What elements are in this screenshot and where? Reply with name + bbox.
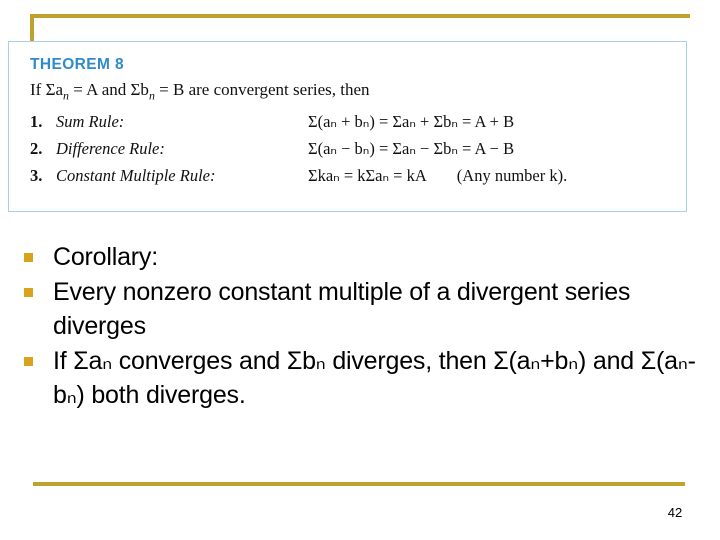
rule-formula-note: (Any number k).	[456, 166, 568, 185]
theorem-intro-sum-a: Σa	[45, 80, 64, 99]
bottom-gold-rule	[33, 482, 685, 486]
theorem-intro-sum-b: Σb	[130, 80, 149, 99]
table-row: 1. Sum Rule: Σ(aₙ + bₙ) = Σaₙ + Σbₙ = A …	[30, 112, 567, 139]
theorem-intro-eq-a: = A and	[68, 80, 131, 99]
rule-formula: Σkaₙ = kΣaₙ = kA (Any number k).	[308, 166, 567, 193]
rule-formula: Σ(aₙ + bₙ) = Σaₙ + Σbₙ = A + B	[308, 112, 567, 139]
theorem-intro: If Σan = A and Σbn = B are convergent se…	[30, 80, 370, 103]
rule-formula-note	[514, 139, 544, 158]
theorem-intro-lead: If	[30, 80, 46, 99]
rule-number: 1.	[30, 112, 43, 131]
rule-formula-note	[514, 112, 544, 131]
theorem-intro-eq-b: = B are convergent series, then	[154, 80, 370, 99]
rule-name: Constant Multiple Rule:	[56, 166, 216, 185]
rule-formula-text: Σ(aₙ + bₙ) = Σaₙ + Σbₙ = A + B	[308, 112, 515, 131]
square-bullet-icon	[24, 253, 33, 262]
list-item-label: Every nonzero constant multiple of a div…	[53, 278, 631, 340]
list-item: If Σaₙ converges and Σbₙ diverges, then …	[24, 344, 700, 412]
rule-formula-text: Σ(aₙ − bₙ) = Σaₙ − Σbₙ = A − B	[308, 139, 515, 158]
rule-name: Difference Rule:	[56, 139, 165, 158]
rule-formula-text: Σkaₙ = kΣaₙ = kA	[308, 166, 427, 185]
rule-formula: Σ(aₙ − bₙ) = Σaₙ − Σbₙ = A − B	[308, 139, 567, 166]
rule-number: 3.	[30, 166, 43, 185]
theorem-rules-table: 1. Sum Rule: Σ(aₙ + bₙ) = Σaₙ + Σbₙ = A …	[30, 112, 567, 193]
list-item: Every nonzero constant multiple of a div…	[24, 275, 700, 343]
top-gold-rule	[30, 14, 690, 18]
list-item: Corollary:	[24, 240, 700, 274]
theorem-title: THEOREM 8	[30, 56, 125, 73]
square-bullet-icon	[24, 288, 33, 297]
rule-name: Sum Rule:	[56, 112, 125, 131]
table-row: 3. Constant Multiple Rule: Σkaₙ = kΣaₙ =…	[30, 166, 567, 193]
bullet-list: Corollary: Every nonzero constant multip…	[24, 240, 700, 413]
page-number: 42	[667, 505, 683, 520]
rule-number: 2.	[30, 139, 43, 158]
square-bullet-icon	[24, 357, 33, 366]
list-item-label: Corollary:	[53, 243, 158, 271]
top-gold-rule-corner	[30, 14, 34, 44]
theorem-box: THEOREM 8 If Σan = A and Σbn = B are con…	[8, 41, 687, 212]
list-item-label: If Σaₙ converges and Σbₙ diverges, then …	[53, 347, 696, 409]
table-row: 2. Difference Rule: Σ(aₙ − bₙ) = Σaₙ − Σ…	[30, 139, 567, 166]
